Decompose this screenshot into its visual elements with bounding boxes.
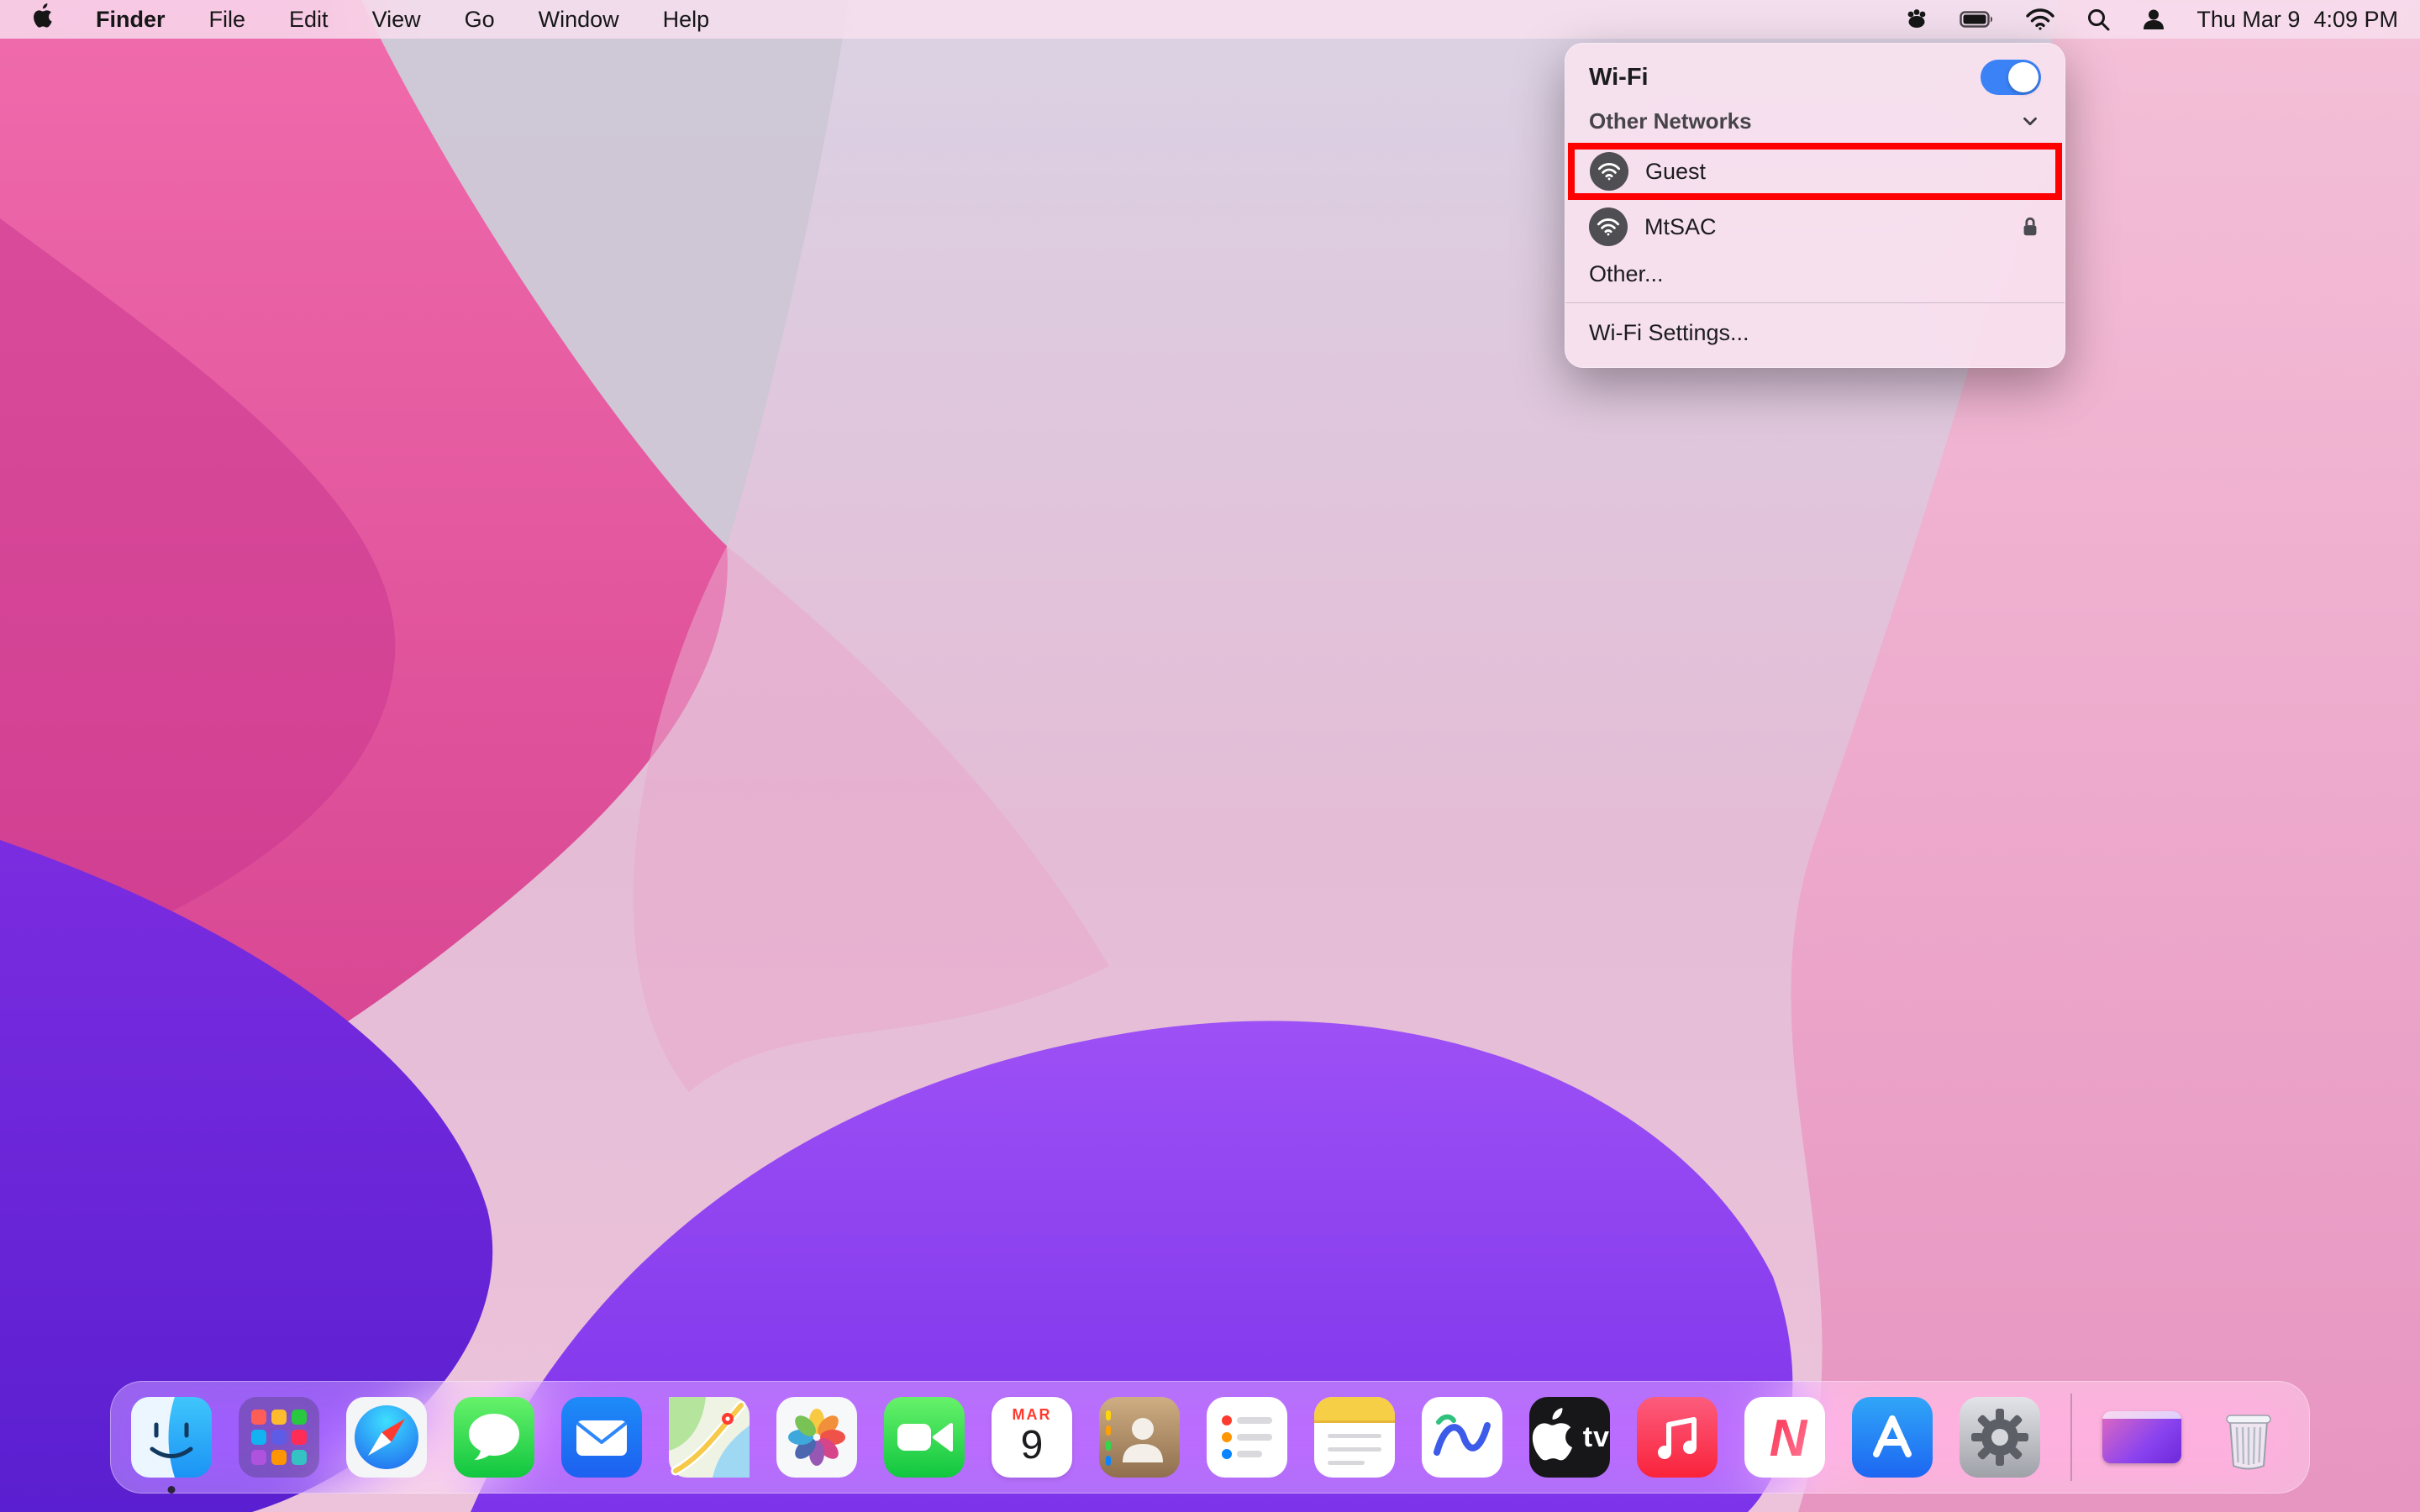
menu-help[interactable]: Help: [641, 7, 732, 33]
dock-reminders-icon[interactable]: [1207, 1397, 1287, 1478]
calendar-day-label: 9: [1020, 1423, 1044, 1467]
lock-icon: [2019, 215, 2041, 239]
dock-safari-icon[interactable]: [346, 1397, 427, 1478]
dock-calendar-icon[interactable]: MAR 9: [992, 1397, 1072, 1478]
menu-extra-icon[interactable]: [1902, 8, 1929, 31]
other-network-item[interactable]: Other...: [1565, 252, 2065, 296]
dock-app-store-icon[interactable]: [1852, 1397, 1933, 1478]
dock-freeform-icon[interactable]: [1422, 1397, 1502, 1478]
user-icon[interactable]: [2141, 7, 2166, 32]
menu-view[interactable]: View: [350, 7, 443, 33]
other-networks-label: Other Networks: [1589, 108, 1752, 134]
wifi-settings-label: Wi-Fi Settings...: [1589, 319, 1749, 345]
other-network-label: Other...: [1589, 260, 1664, 286]
spotlight-icon[interactable]: [2086, 7, 2111, 32]
dock-system-settings-icon[interactable]: [1960, 1397, 2040, 1478]
wifi-signal-icon: [1589, 207, 1628, 246]
wifi-toggle-knob: [2008, 62, 2039, 92]
wifi-settings-item[interactable]: Wi-Fi Settings...: [1565, 310, 2065, 355]
menu-edit[interactable]: Edit: [267, 7, 350, 33]
wifi-toggle[interactable]: [1981, 60, 2041, 95]
dock-facetime-icon[interactable]: [884, 1397, 965, 1478]
apple-menu[interactable]: [22, 3, 74, 36]
dock-news-icon[interactable]: N: [1744, 1397, 1825, 1478]
battery-icon[interactable]: [1960, 8, 1995, 30]
svg-text:N: N: [1770, 1410, 1808, 1467]
dock-divider: [2070, 1394, 2072, 1481]
window-preview-titlebar: [2102, 1411, 2181, 1419]
dock-mail-icon[interactable]: [561, 1397, 642, 1478]
dock-apple-tv-icon[interactable]: tv: [1529, 1397, 1610, 1478]
wifi-menu-title: Wi-Fi: [1589, 63, 1649, 91]
chevron-down-icon[interactable]: [2019, 110, 2041, 132]
menu-bar: Finder File Edit View Go Window Help Thu…: [0, 0, 2420, 39]
dock-maps-icon[interactable]: [669, 1397, 750, 1478]
menu-window[interactable]: Window: [517, 7, 641, 33]
apple-logo-icon: [32, 3, 55, 36]
menu-file[interactable]: File: [187, 7, 268, 33]
dock-contacts-icon[interactable]: [1099, 1397, 1180, 1478]
network-row-mtsac[interactable]: MtSAC: [1565, 202, 2065, 252]
dock-launchpad-icon[interactable]: [239, 1397, 319, 1478]
wifi-signal-icon: [1590, 152, 1628, 191]
dock-trash-icon[interactable]: [2208, 1397, 2289, 1478]
calendar-month-label: MAR: [1012, 1406, 1052, 1423]
running-indicator-dot: [167, 1486, 176, 1494]
dock-finder-icon[interactable]: [131, 1397, 212, 1494]
menu-time: 4:09 PM: [2313, 6, 2398, 32]
menu-date: Thu Mar 9: [2196, 6, 2301, 32]
dock: MAR 9 tv N: [110, 1381, 2310, 1494]
dock-photos-icon[interactable]: [776, 1397, 857, 1478]
network-row-guest[interactable]: Guest: [1575, 150, 2055, 193]
menu-go[interactable]: Go: [443, 7, 517, 33]
wifi-menu-panel: Wi-Fi Other Networks Guest MtSAC Other..…: [1565, 43, 2065, 368]
menu-clock[interactable]: Thu Mar 9 4:09 PM: [2196, 7, 2398, 33]
dock-messages-icon[interactable]: [454, 1397, 534, 1478]
dock-window-preview[interactable]: [2102, 1411, 2181, 1463]
apple-tv-label: tv: [1582, 1420, 1610, 1453]
network-name: MtSAC: [1644, 213, 1717, 239]
menu-divider: [1565, 302, 2065, 303]
dock-music-icon[interactable]: [1637, 1397, 1718, 1478]
annotation-box: Guest: [1568, 143, 2062, 200]
network-name: Guest: [1645, 158, 1707, 184]
other-networks-header[interactable]: Other Networks: [1565, 101, 2065, 141]
dock-notes-icon[interactable]: [1314, 1397, 1395, 1478]
menu-app-name[interactable]: Finder: [74, 7, 187, 33]
wifi-icon[interactable]: [2025, 8, 2055, 31]
